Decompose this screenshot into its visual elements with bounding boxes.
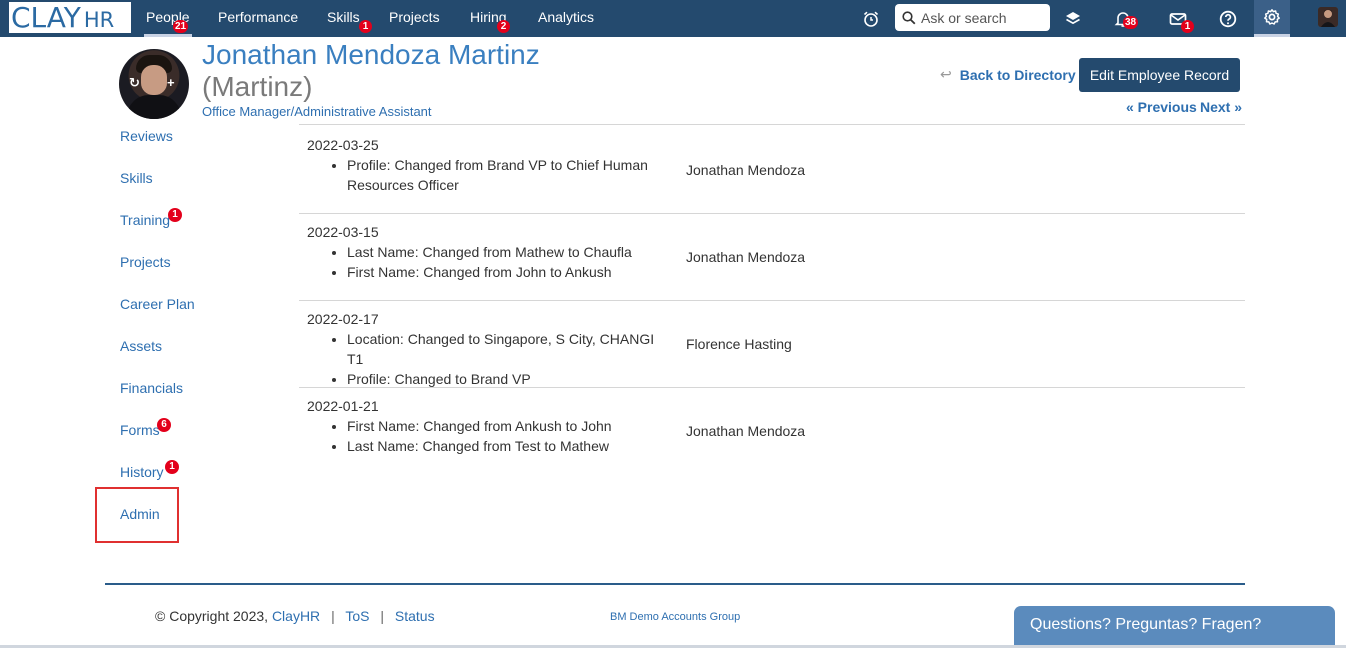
employee-title[interactable]: Office Manager/Administrative Assistant xyxy=(202,104,432,119)
help-circle-icon[interactable] xyxy=(1213,0,1243,37)
search-box[interactable] xyxy=(895,4,1050,31)
history-change-item: First Name: Changed from Ankush to John xyxy=(347,416,667,436)
history-date: 2022-02-17 xyxy=(307,311,379,327)
history-changed-by: Jonathan Mendoza xyxy=(686,249,806,265)
logo-sub-text: HR xyxy=(83,7,115,32)
photo-body xyxy=(127,95,181,119)
nav-skills[interactable]: Skills xyxy=(325,0,362,37)
history-date: 2022-03-25 xyxy=(307,137,379,153)
employee-name: Jonathan Mendoza Martinz xyxy=(202,39,540,70)
sidebar-item-projects[interactable]: Projects xyxy=(120,254,171,270)
sidebar-item-forms[interactable]: Forms xyxy=(120,422,160,438)
photo-rotate-icon[interactable]: ↻ xyxy=(129,75,140,91)
history-changed-by: Jonathan Mendoza xyxy=(686,162,806,178)
next-link[interactable]: Next » xyxy=(1200,99,1242,115)
history-date: 2022-03-15 xyxy=(307,224,379,240)
sidebar-training-badge: 1 xyxy=(168,208,182,222)
history-change-item: Last Name: Changed from Mathew to Chaufl… xyxy=(347,242,667,262)
sidebar-item-assets[interactable]: Assets xyxy=(120,338,162,354)
history-row: 2022-02-17 Location: Changed to Singapor… xyxy=(299,301,1245,388)
nav-performance[interactable]: Performance xyxy=(216,0,300,37)
history-row: 2022-03-25 Profile: Changed from Brand V… xyxy=(299,125,1245,214)
nav-projects-label: Projects xyxy=(389,9,440,25)
account-group-label: BM Demo Accounts Group xyxy=(610,611,741,623)
sidebar-item-training[interactable]: Training xyxy=(120,212,170,228)
search-icon xyxy=(902,10,916,24)
photo-add-icon[interactable]: + xyxy=(167,75,175,90)
questions-chat-tab[interactable]: Questions? Preguntas? Fragen? xyxy=(1014,606,1335,648)
layers-icon[interactable] xyxy=(1058,0,1088,37)
tos-link[interactable]: ToS xyxy=(345,608,369,624)
history-row: 2022-03-15 Last Name: Changed from Mathe… xyxy=(299,214,1245,301)
search-input[interactable] xyxy=(921,9,1041,26)
history-changes: Location: Changed to Singapore, S City, … xyxy=(347,329,667,389)
sidebar-item-admin[interactable]: Admin xyxy=(120,506,160,522)
history-changes: Profile: Changed from Brand VP to Chief … xyxy=(347,155,667,195)
footer-separator: | xyxy=(331,608,335,624)
status-link[interactable]: Status xyxy=(395,608,435,624)
sidebar-forms-badge: 6 xyxy=(157,418,171,432)
sidebar-item-financials[interactable]: Financials xyxy=(120,380,183,396)
history-changes: Last Name: Changed from Mathew to Chaufl… xyxy=(347,242,667,282)
photo-face xyxy=(141,65,167,95)
nav-performance-label: Performance xyxy=(218,9,299,25)
logo-main-text: CLAY xyxy=(11,1,81,34)
copyright-text: © Copyright 2023, xyxy=(155,608,269,624)
footer-copyright: © Copyright 2023, ClayHR | ToS | Status xyxy=(155,608,435,624)
clayhr-logo[interactable]: CLAY HR xyxy=(9,1,131,34)
previous-link[interactable]: « Previous xyxy=(1126,99,1197,115)
nav-analytics-label: Analytics xyxy=(538,9,595,25)
sidebar-item-reviews[interactable]: Reviews xyxy=(120,128,173,144)
history-date: 2022-01-21 xyxy=(307,398,379,414)
nav-hiring-badge: 2 xyxy=(497,20,510,33)
nav-projects[interactable]: Projects xyxy=(387,0,442,37)
nav-skills-label: Skills xyxy=(327,9,360,25)
sidebar-item-skills[interactable]: Skills xyxy=(120,170,153,186)
history-changed-by: Jonathan Mendoza xyxy=(686,423,806,439)
top-navbar: CLAY HR People 21 Performance Skills 1 P… xyxy=(0,0,1346,37)
employee-photo: ↻ + xyxy=(119,49,189,119)
history-changes: First Name: Changed from Ankush to John … xyxy=(347,416,667,456)
history-row: 2022-01-21 First Name: Changed from Anku… xyxy=(299,388,1245,475)
history-change-item: Location: Changed to Singapore, S City, … xyxy=(347,329,667,369)
history-change-item: Profile: Changed from Brand VP to Chief … xyxy=(347,155,667,195)
footer-separator: | xyxy=(380,608,384,624)
edit-employee-record-button[interactable]: Edit Employee Record xyxy=(1079,58,1240,92)
gear-icon[interactable] xyxy=(1254,0,1290,37)
nav-people-badge: 21 xyxy=(173,20,189,33)
alarm-clock-icon[interactable] xyxy=(856,0,886,37)
history-change-item: Profile: Changed to Brand VP xyxy=(347,369,667,389)
employee-alias: (Martinz) xyxy=(202,71,313,102)
footer-divider xyxy=(105,583,1245,585)
messages-badge: 1 xyxy=(1181,20,1194,33)
clayhr-link[interactable]: ClayHR xyxy=(272,608,320,624)
history-change-item: First Name: Changed from John to Ankush xyxy=(347,262,667,282)
back-to-directory-label: Back to Directory xyxy=(959,66,1076,83)
sidebar-history-badge: 1 xyxy=(165,460,179,474)
nav-skills-badge: 1 xyxy=(359,20,372,33)
history-changed-by: Florence Hasting xyxy=(686,336,792,352)
history-change-item: Last Name: Changed from Test to Mathew xyxy=(347,436,667,456)
notifications-badge: 38 xyxy=(1123,16,1139,29)
user-avatar[interactable] xyxy=(1318,7,1338,27)
sidebar-item-career-plan[interactable]: Career Plan xyxy=(120,296,195,312)
nav-analytics[interactable]: Analytics xyxy=(536,0,596,37)
sidebar-item-history[interactable]: History xyxy=(120,464,164,480)
back-to-directory-link[interactable]: ↩ Back to Directory xyxy=(940,66,1076,83)
return-arrow-icon: ↩ xyxy=(940,66,952,82)
